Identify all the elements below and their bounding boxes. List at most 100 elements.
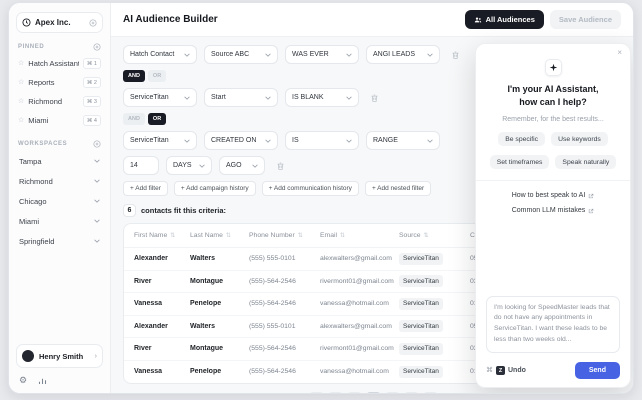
clock-logo-icon — [22, 18, 31, 27]
cell-source: ServiceTitan — [399, 343, 470, 355]
column-header-label: Email — [320, 232, 337, 239]
assistant-prompt-input[interactable]: I'm looking for SpeedMaster leads that d… — [486, 296, 620, 354]
sidebar-pinned-item[interactable]: ☆ Hatch Assistant ⌘ 1 — [16, 54, 103, 73]
source-badge: ServiceTitan — [399, 253, 443, 265]
direction-select[interactable]: AGO — [219, 156, 265, 175]
sidebar-workspace-item[interactable]: Tampa — [16, 151, 103, 171]
days-value-input[interactable]: 14 — [123, 156, 159, 175]
sidebar-pinned-item[interactable]: ☆ Richmond ⌘ 3 — [16, 92, 103, 111]
sidebar-pinned-item[interactable]: ☆ Reports ⌘ 2 — [16, 73, 103, 92]
sidebar-workspace-item[interactable]: Chicago — [16, 191, 103, 211]
trash-icon — [451, 50, 460, 60]
source-badge: ServiceTitan — [399, 366, 443, 378]
all-audiences-button[interactable]: All Audiences — [465, 10, 544, 29]
filter-select[interactable]: WAS EVER — [285, 45, 359, 64]
page-title: AI Audience Builder — [123, 14, 218, 25]
sidebar-workspace-item[interactable]: Richmond — [16, 171, 103, 191]
ai-assistant-panel: × I'm your AI Assistant, how can I help?… — [475, 43, 631, 388]
save-audience-button[interactable]: Save Audience — [550, 10, 621, 29]
assistant-title-line1: I'm your AI Assistant, — [486, 83, 620, 96]
sort-icon: ⇅ — [424, 232, 429, 239]
filter-row-3-selects: ServiceTitan CREATED ON IS — [123, 131, 440, 150]
column-header[interactable]: Last Name ⇅ — [190, 232, 249, 239]
or-toggle[interactable]: OR — [148, 113, 166, 125]
page-button[interactable]: 5 — [385, 392, 400, 393]
filter-select[interactable]: ServiceTitan — [123, 88, 197, 107]
gear-icon[interactable]: ⚙ — [19, 376, 27, 385]
filter-row-1-selects: Hatch Contact Source ABC WAS EVER — [123, 45, 440, 64]
trash-icon — [276, 161, 285, 171]
users-icon — [474, 16, 482, 24]
panel-footer: ⌘ Z Undo Send — [486, 362, 620, 379]
undo-button[interactable]: ⌘ Z Undo — [486, 366, 526, 375]
help-links: How to best speak to AI Common LLM mista… — [486, 192, 620, 214]
and-toggle[interactable]: AND — [123, 113, 145, 125]
tip-chip[interactable]: Be specific — [498, 132, 545, 146]
help-link[interactable]: How to best speak to AI — [512, 192, 595, 199]
filter-select[interactable]: ANGI LEADS — [366, 45, 440, 64]
filter-select-value: ANGI LEADS — [373, 51, 415, 58]
column-header[interactable]: Phone Number ⇅ — [249, 232, 320, 239]
page-button[interactable]: 16 — [423, 392, 438, 393]
assistant-title: I'm your AI Assistant, how can I help? — [486, 83, 620, 108]
user-menu[interactable]: Henry Smith › — [16, 344, 103, 368]
panel-divider — [476, 180, 630, 181]
cell-phone: (555) 555-0101 — [249, 323, 320, 330]
filter-select[interactable]: ServiceTitan — [123, 131, 197, 150]
filter-select[interactable]: IS — [285, 131, 359, 150]
delete-filter-button[interactable] — [366, 90, 382, 106]
filter-select[interactable]: IS BLANK — [285, 88, 359, 107]
delete-filter-button[interactable] — [447, 47, 463, 63]
page-button[interactable]: 2 — [328, 392, 343, 393]
column-header[interactable]: First Name ⇅ — [134, 232, 190, 239]
add-workspace-icon[interactable] — [93, 140, 101, 148]
sidebar-workspace-item[interactable]: Springfield — [16, 231, 103, 251]
tip-chip[interactable]: Speak naturally — [555, 155, 616, 169]
sidebar-workspace-item[interactable]: Miami — [16, 211, 103, 231]
add-filter-button[interactable]: + Add communication history — [262, 181, 359, 196]
add-pinned-icon[interactable] — [93, 43, 101, 51]
org-switcher[interactable]: Apex Inc. — [16, 12, 103, 33]
filter-select[interactable]: Start — [204, 88, 278, 107]
unit-select[interactable]: DAYS — [166, 156, 212, 175]
close-icon[interactable]: × — [617, 49, 622, 57]
cell-last-name: Walters — [190, 255, 249, 262]
add-filter-button[interactable]: + Add filter — [123, 181, 168, 196]
add-filter-button[interactable]: + Add campaign history — [174, 181, 256, 196]
filter-select-value: RANGE — [373, 137, 398, 144]
page-button[interactable]: … — [404, 392, 419, 393]
bar-chart-icon[interactable] — [38, 377, 47, 385]
page-button[interactable]: 3 — [347, 392, 362, 393]
tip-chip[interactable]: Set timeframes — [490, 155, 550, 169]
column-header[interactable]: Source ⇅ — [399, 232, 470, 239]
chevron-down-icon — [199, 164, 205, 168]
shortcut-badge: ⌘ 3 — [83, 96, 101, 107]
column-header[interactable]: Email ⇅ — [320, 232, 399, 239]
circle-plus-icon[interactable] — [89, 19, 97, 27]
filter-select[interactable]: RANGE — [366, 131, 440, 150]
help-link[interactable]: Common LLM mistakes — [512, 207, 595, 214]
sparkle-icon — [549, 63, 558, 72]
and-toggle[interactable]: AND — [123, 70, 145, 82]
filter-select-value: Start — [211, 94, 226, 101]
filter-select[interactable]: CREATED ON — [204, 131, 278, 150]
filter-select[interactable]: Hatch Contact — [123, 45, 197, 64]
tip-chip[interactable]: Use keywords — [551, 132, 608, 146]
workspaces-label: WORKSPACES — [18, 141, 67, 147]
sort-icon: ⇅ — [226, 232, 231, 239]
chevron-down-icon — [94, 179, 100, 183]
chevron-down-icon — [346, 96, 352, 100]
command-key-icon: ⌘ — [486, 367, 493, 374]
pagination: « ‹ 1 2 3 4 5 … — [123, 392, 623, 393]
page-button[interactable]: 4 — [366, 392, 381, 393]
chevron-down-icon — [427, 53, 433, 57]
or-toggle[interactable]: OR — [148, 70, 166, 82]
sidebar-pinned-item[interactable]: ☆ Miami ⌘ 4 — [16, 111, 103, 130]
add-filter-button[interactable]: + Add nested filter — [365, 181, 431, 196]
filter-select[interactable]: Source ABC — [204, 45, 278, 64]
page-button[interactable]: 1 — [309, 392, 324, 393]
main-area: AI Audience Builder All Audiences Save A… — [111, 3, 633, 393]
delete-filter-button[interactable] — [272, 158, 288, 174]
send-button[interactable]: Send — [575, 362, 620, 379]
shortcut-badge: ⌘ 2 — [83, 77, 101, 88]
